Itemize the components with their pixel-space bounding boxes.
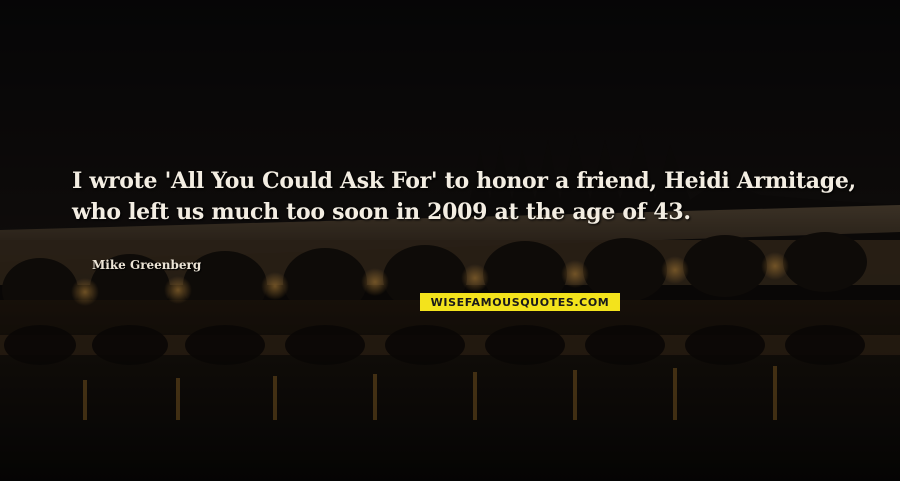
background-bridge-night-photo <box>0 0 900 481</box>
quote-text: I wrote 'All You Could Ask For' to honor… <box>72 166 862 228</box>
quote-author: Mike Greenberg <box>92 258 202 272</box>
quote-line-2: who left us much too soon in 2009 at the… <box>72 199 691 225</box>
watermark-logo: WISEFAMOUSQUOTES.COM <box>420 293 620 311</box>
watermark-text: WISEFAMOUSQUOTES.COM <box>430 295 610 309</box>
quote-image: I wrote 'All You Could Ask For' to honor… <box>0 0 900 481</box>
quote-line-1: I wrote 'All You Could Ask For' to honor… <box>72 168 856 194</box>
